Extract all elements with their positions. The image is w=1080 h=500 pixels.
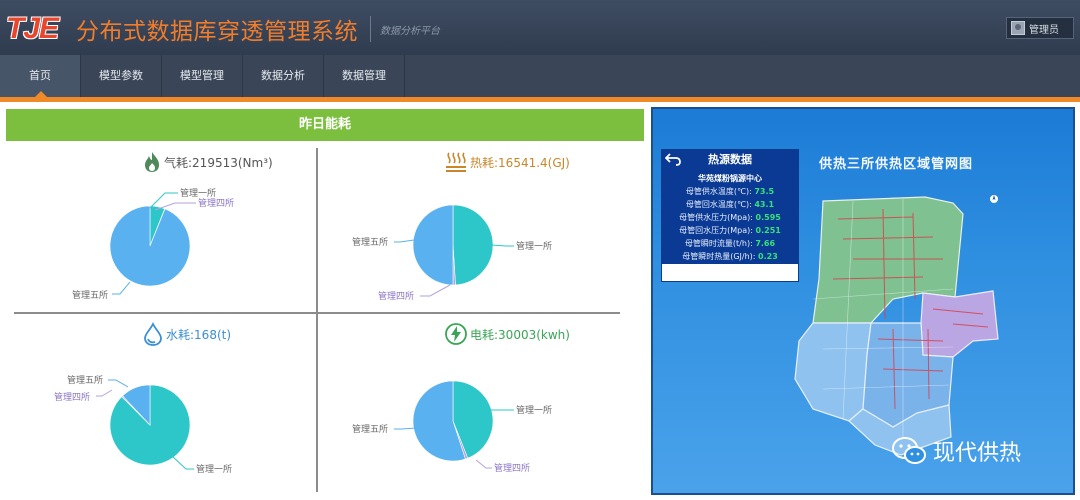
power-label-line-4	[475, 459, 492, 469]
heat-row-heat: 母管瞬时热量(GJ/h): 0.23	[682, 252, 778, 261]
power-label-line-5	[394, 427, 417, 430]
wechat-icon	[892, 437, 926, 464]
wechat-watermark: 现代供热	[891, 435, 1021, 467]
heat-row-supply-temp: 母管供水温度(℃): 73.5	[685, 187, 775, 196]
user-name: 管理员	[1029, 24, 1059, 36]
power-label-5: 管理五所	[352, 423, 388, 435]
heat-row-return-temp: 母管回水温度(℃): 43.1	[685, 200, 775, 209]
district-west[interactable]	[794, 322, 872, 422]
heat-source-panel: 热源数据 华苑煤粉锅源中心 母管供水温度(℃): 73.5 母管回水温度(℃):…	[661, 149, 799, 282]
heat-source-header: 热源数据	[662, 150, 798, 170]
map-title: 供热三所供热区域管网图	[819, 157, 974, 172]
heat-row-flow: 母管瞬时流量(t/h): 7.66	[684, 239, 776, 248]
power-label-4: 管理四所	[494, 462, 530, 474]
heat-source-station: 华苑煤粉锅源中心	[698, 174, 762, 183]
heat-row-supply-pressure: 母管供水压力(Mpa): 0.595	[679, 213, 781, 222]
heat-source-body: 华苑煤粉锅源中心 母管供水温度(℃): 73.5 母管回水温度(℃): 43.1…	[662, 170, 798, 264]
power-label-1: 管理一所	[516, 404, 552, 416]
user-menu[interactable]: 管理员	[1006, 17, 1074, 39]
watermark-text: 现代供热	[933, 441, 1022, 466]
back-arrow-icon[interactable]	[665, 152, 681, 166]
heat-row-return-pressure: 母管回水压力(Mpa): 0.251	[679, 226, 781, 235]
user-avatar-icon	[1011, 21, 1025, 35]
pipe-network-map[interactable]: 供热三所供热区域管网图 热源数据 华苑煤粉锅源中心 母管供水温度(℃): 73.…	[651, 107, 1075, 495]
compass-icon	[989, 193, 999, 212]
power-pie-chart[interactable]: 管理一所 管理四所 管理五所	[0, 0, 640, 500]
heat-source-title: 热源数据	[708, 153, 752, 166]
